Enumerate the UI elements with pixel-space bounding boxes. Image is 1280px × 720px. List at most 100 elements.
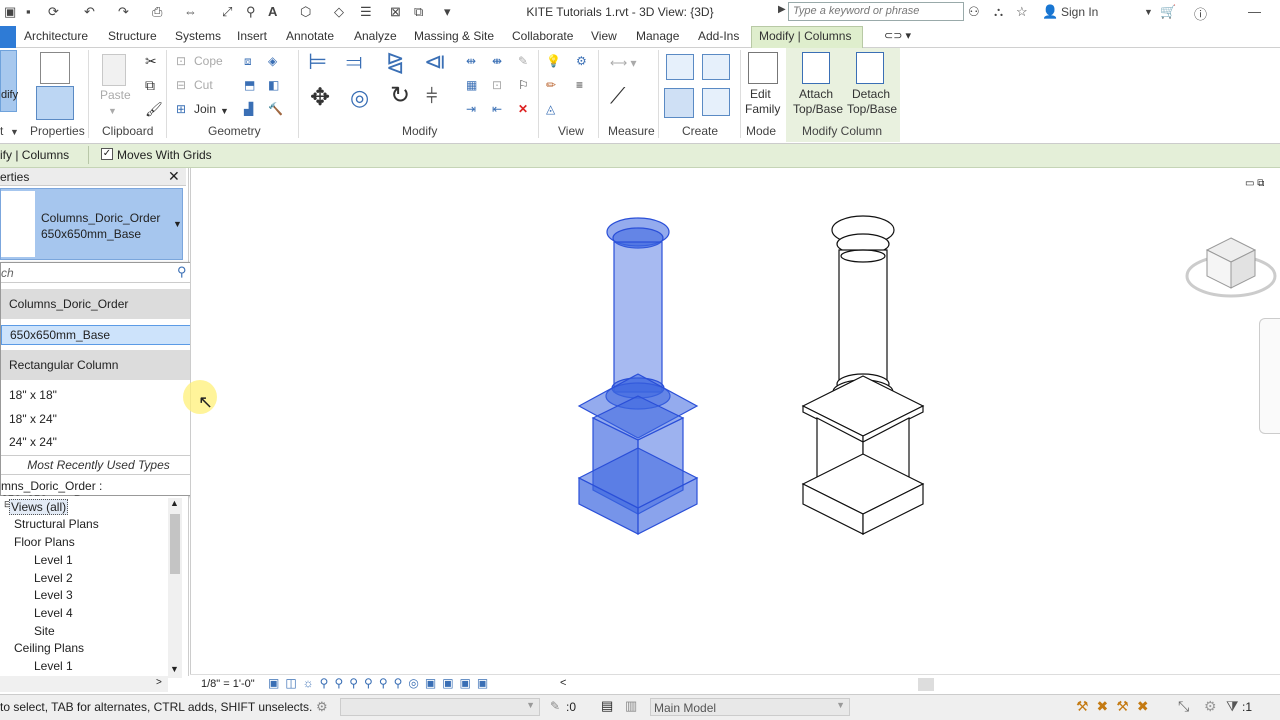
- tree-ceiling-level-1[interactable]: Level 1: [34, 659, 73, 673]
- scroll-up-icon[interactable]: ▲: [170, 498, 179, 508]
- paste-icon[interactable]: [102, 54, 126, 86]
- help-icon[interactable]: ⓘ: [1194, 4, 1207, 23]
- browser-scrollbar[interactable]: ▲ ▼: [168, 498, 182, 678]
- column-instance[interactable]: [801, 212, 927, 538]
- save-icon[interactable]: ▪: [26, 4, 31, 19]
- tab-structure[interactable]: Structure: [108, 29, 157, 43]
- edit-family-icon[interactable]: [748, 52, 778, 84]
- type-item-24x24[interactable]: 24" x 24": [1, 435, 196, 449]
- user-icon[interactable]: 👤: [1042, 4, 1058, 20]
- favorites-star-icon[interactable]: ☆: [1016, 4, 1028, 20]
- expand-arrow-icon[interactable]: ▶: [778, 4, 786, 15]
- view-hscroll-thumb[interactable]: [918, 678, 934, 691]
- design-option-select[interactable]: Main Model ▼: [650, 698, 850, 716]
- type-item-650-base[interactable]: 650x650mm_Base: [1, 325, 196, 345]
- type-search-field[interactable]: ch ⚲: [1, 263, 196, 283]
- attach-top-base-icon[interactable]: [802, 52, 830, 84]
- move-icon[interactable]: ✥: [310, 86, 330, 110]
- sync-icon[interactable]: ⟳: [48, 4, 59, 20]
- tab-massing-site[interactable]: Massing & Site: [414, 29, 494, 43]
- measure-between-icon[interactable]: ⟷ ▾: [610, 56, 637, 71]
- search-icon[interactable]: ⚲: [177, 264, 187, 280]
- panel-toggle-icon[interactable]: ⊂⊃ ▾: [884, 29, 911, 42]
- create-assembly-icon[interactable]: [702, 54, 730, 80]
- create-group-icon[interactable]: [666, 54, 694, 80]
- view-scale[interactable]: 1/8" = 1'-0": [201, 678, 255, 690]
- join-dropdown-icon[interactable]: ▼: [220, 104, 229, 119]
- tag-icon[interactable]: ⚲: [246, 4, 256, 20]
- sign-in-dropdown-icon[interactable]: ▼: [1144, 7, 1153, 17]
- scroll-left-icon[interactable]: <: [560, 677, 566, 689]
- type-properties-icon[interactable]: [40, 52, 70, 84]
- edit-family-label-2[interactable]: Family: [745, 102, 780, 117]
- copy-element-icon[interactable]: ◎: [350, 87, 369, 109]
- sign-in-link[interactable]: Sign In: [1061, 5, 1098, 19]
- design-option-icon[interactable]: ▥: [625, 698, 637, 714]
- tab-systems[interactable]: Systems: [175, 29, 221, 43]
- text-icon[interactable]: A: [268, 4, 277, 19]
- workset-icon[interactable]: ⚙: [316, 699, 328, 715]
- attach-label-2[interactable]: Top/Base: [793, 102, 843, 117]
- cart-icon[interactable]: 🛒: [1160, 4, 1176, 20]
- pin-icon[interactable]: ✎: [518, 54, 528, 69]
- measure-icon[interactable]: ⇔: [184, 4, 197, 19]
- tab-modify-columns[interactable]: Modify | Columns: [759, 29, 851, 43]
- properties-button[interactable]: [36, 86, 74, 120]
- cut-geometry-icon[interactable]: ⊟: [176, 78, 186, 93]
- tree-level-3[interactable]: Level 3: [34, 588, 73, 602]
- editing-requests-icon[interactable]: ✎: [550, 699, 560, 713]
- detach-top-base-icon[interactable]: [856, 52, 884, 84]
- cope-button[interactable]: Cope: [194, 54, 223, 69]
- tab-manage[interactable]: Manage: [636, 29, 679, 43]
- tree-level-1[interactable]: Level 1: [34, 553, 73, 567]
- cut-icon[interactable]: ✂: [145, 54, 157, 69]
- 3d-view-canvas[interactable]: ▭ ⧉: [190, 168, 1280, 676]
- selection-filter-icons[interactable]: ⚒✖⚒✖: [1076, 698, 1157, 715]
- selected-column[interactable]: [575, 212, 701, 538]
- mirror-axis-icon[interactable]: ⧎: [386, 51, 404, 73]
- tree-views-all[interactable]: Views (all): [9, 499, 69, 515]
- tab-analyze[interactable]: Analyze: [354, 29, 397, 43]
- file-tab[interactable]: [0, 26, 16, 48]
- type-selector[interactable]: Columns_Doric_Order 650x650mm_Base ▼: [0, 188, 183, 260]
- switch-windows-icon[interactable]: ⧉: [414, 4, 423, 20]
- restore-view-icon[interactable]: ▭ ⧉: [1245, 178, 1264, 189]
- join-icon[interactable]: ⊞: [176, 102, 186, 117]
- chevron-down-icon[interactable]: ▼: [526, 700, 535, 710]
- drag-elements-icon[interactable]: ⤡: [1178, 698, 1189, 715]
- paste-dropdown-icon[interactable]: ▼: [108, 104, 117, 119]
- join-button[interactable]: Join: [194, 102, 216, 117]
- chevron-down-icon[interactable]: ▼: [173, 219, 182, 229]
- tab-insert[interactable]: Insert: [237, 29, 267, 43]
- align-icon[interactable]: ⊨: [308, 51, 327, 73]
- paste-button[interactable]: Paste: [100, 88, 131, 103]
- unpin-icon[interactable]: ⚐: [518, 78, 529, 93]
- chevron-down-icon[interactable]: ▼: [836, 700, 845, 710]
- tab-add-ins[interactable]: Add-Ins: [698, 29, 739, 43]
- paint-icon[interactable]: ◧: [268, 78, 279, 93]
- attach-label-1[interactable]: Attach: [799, 87, 833, 102]
- hide-icon[interactable]: 💡: [546, 54, 561, 69]
- line-weight-icon[interactable]: ≡: [576, 78, 583, 93]
- array-icon[interactable]: ▦: [466, 78, 477, 93]
- split-icon[interactable]: ⇹: [466, 54, 476, 69]
- cut-geometry-button[interactable]: Cut: [194, 78, 213, 93]
- measure-along-icon[interactable]: ⟋: [610, 85, 625, 107]
- background-process-icon[interactable]: ⚙: [1204, 698, 1217, 715]
- split-gap-icon[interactable]: ⇼: [492, 54, 502, 69]
- section-icon[interactable]: ◇: [334, 4, 344, 20]
- tab-annotate[interactable]: Annotate: [286, 29, 334, 43]
- tree-level-4[interactable]: Level 4: [34, 606, 73, 620]
- detach-label-1[interactable]: Detach: [852, 87, 890, 102]
- tree-level-2[interactable]: Level 2: [34, 571, 73, 585]
- close-icon[interactable]: ✕: [168, 168, 180, 185]
- moves-with-grids-checkbox[interactable]: ✓: [101, 148, 113, 160]
- tree-site[interactable]: Site: [34, 624, 55, 638]
- undo-icon[interactable]: ↶: [84, 4, 95, 20]
- tree-ceiling-plans[interactable]: Ceiling Plans: [14, 641, 84, 655]
- tab-architecture[interactable]: Architecture: [24, 29, 88, 43]
- override-icon[interactable]: ⚙: [576, 54, 587, 69]
- select-dropdown-icon[interactable]: ▼: [10, 127, 19, 137]
- trim-extend-icon[interactable]: ⫩: [426, 87, 437, 107]
- dimension-icon[interactable]: ⤢: [222, 4, 232, 20]
